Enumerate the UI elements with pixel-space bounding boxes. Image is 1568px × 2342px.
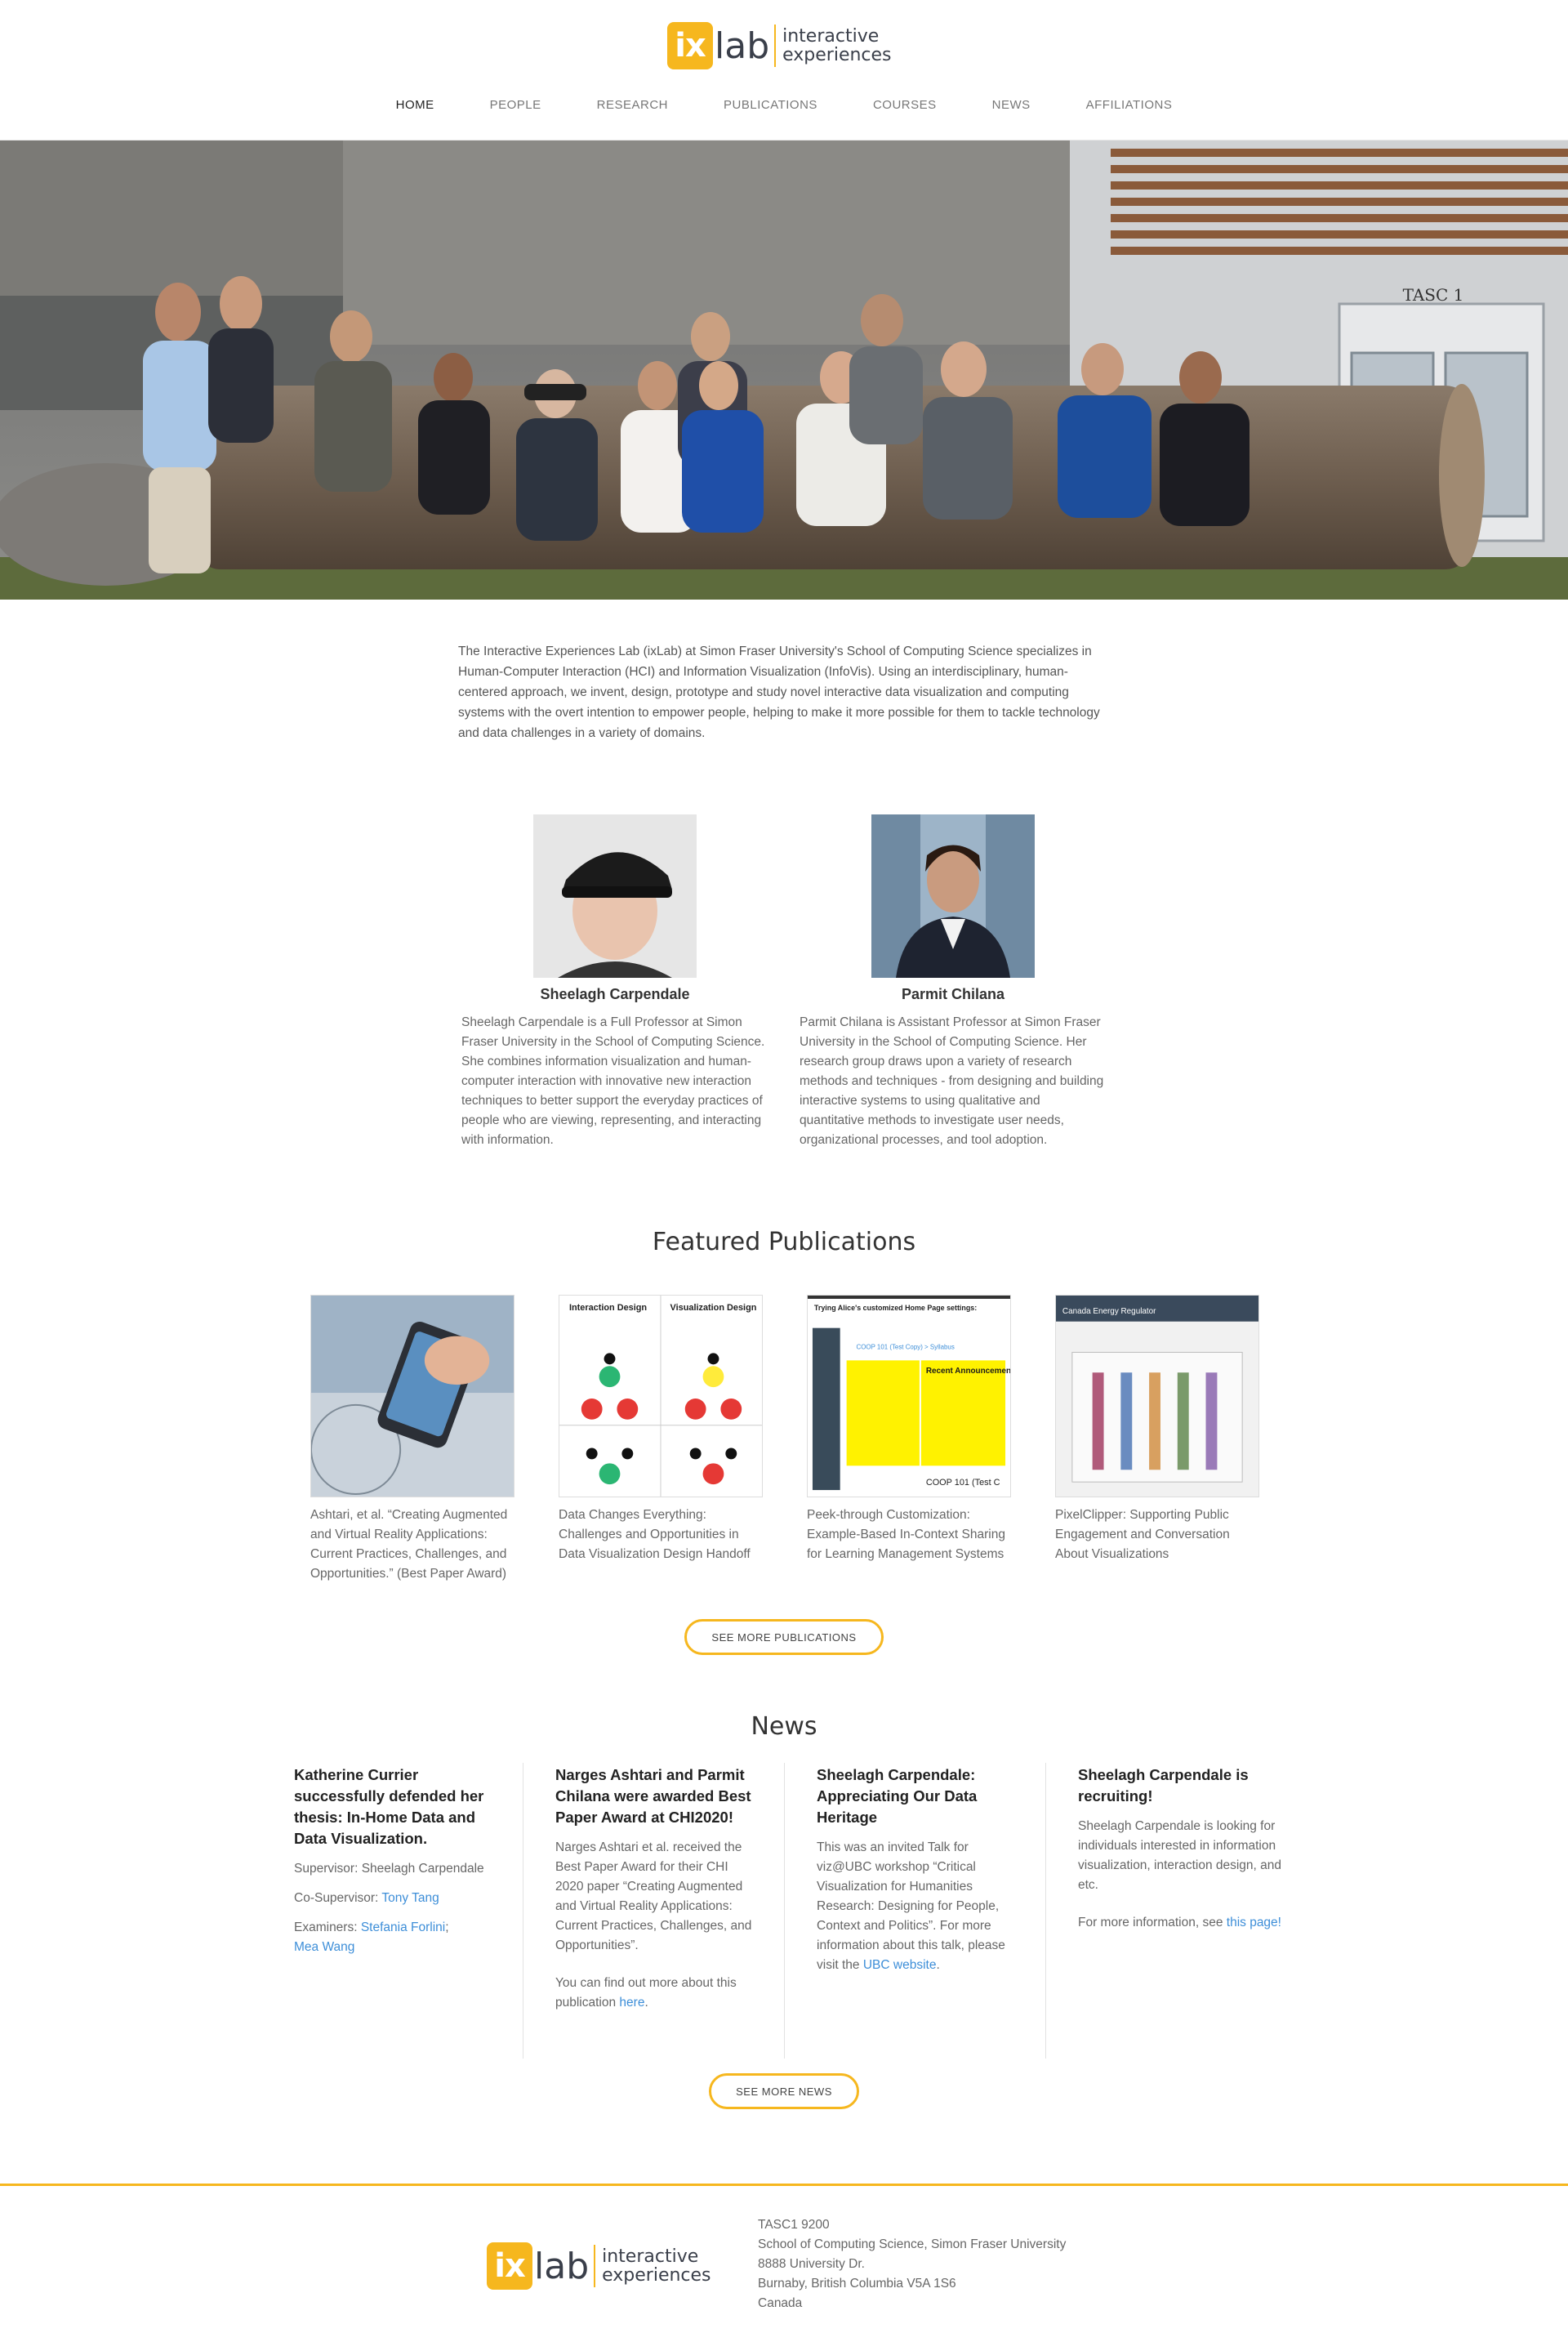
news-link[interactable]: UBC website xyxy=(863,1958,937,1972)
person-name[interactable]: Parmit Chilana xyxy=(798,986,1108,1003)
nav-research[interactable]: RESEARCH xyxy=(569,98,696,112)
news-item-label: Examiners: xyxy=(294,1920,361,1934)
person-photo[interactable] xyxy=(871,814,1035,978)
thumb-header-text: Trying Alice's customized Home Page sett… xyxy=(814,1304,977,1312)
publication-thumbnail[interactable]: Interaction Design Visualization Design xyxy=(559,1295,763,1497)
news-item-text: Supervisor: Sheelagh Carpendale xyxy=(294,1862,484,1876)
footer-accent-line xyxy=(0,2184,1568,2186)
news-link[interactable]: this page! xyxy=(1227,1916,1281,1929)
footer-address-line: 8888 University Dr. xyxy=(758,2257,865,2271)
publication-card[interactable]: Canada Energy Regulator PixelClipper: Su… xyxy=(1055,1295,1259,1564)
hero-photo-illustration: TASC 1 xyxy=(0,141,1568,600)
publication-thumbnail[interactable] xyxy=(310,1295,514,1497)
news-item-label: This was an invited Talk for viz@UBC wor… xyxy=(817,1840,1005,1972)
news-item-text: Examiners: Stefania Forlini; Mea Wang xyxy=(294,1918,498,1957)
person-card: Sheelagh Carpendale Sheelagh Carpendale … xyxy=(460,814,770,1150)
person-name[interactable]: Sheelagh Carpendale xyxy=(460,986,770,1003)
news-item-text: Co-Supervisor: Tony Tang xyxy=(294,1889,498,1908)
news-item: Narges Ashtari and Parmit Chilana were a… xyxy=(555,1764,760,2013)
nav-people[interactable]: PEOPLE xyxy=(462,98,569,112)
lab-intro: The Interactive Experiences Lab (ixLab) … xyxy=(458,645,1100,740)
news-item-text: For more information, see this page! xyxy=(1078,1913,1282,1933)
footer-logo-mark: ix xyxy=(487,2242,532,2290)
news-item-text: Narges Ashtari et al. received the Best … xyxy=(555,1840,752,1952)
person-card: Parmit Chilana Parmit Chilana is Assista… xyxy=(798,814,1108,1150)
publication-caption: Peek-through Customization: Example-Base… xyxy=(807,1508,1005,1561)
thumb-footer-text: COOP 101 (Test C xyxy=(926,1478,1000,1488)
news-divider xyxy=(784,1763,785,2059)
footer-logo-separator xyxy=(594,2245,596,2287)
news-item: Sheelagh Carpendale is recruiting! Sheel… xyxy=(1078,1764,1282,1933)
thumb-label-left: Interaction Design xyxy=(569,1303,647,1313)
publication-card[interactable]: Ashtari, et al. “Creating Augmented and … xyxy=(310,1295,514,1584)
footer-address-line: Burnaby, British Columbia V5A 1S6 xyxy=(758,2277,956,2291)
nav-news[interactable]: NEWS xyxy=(964,98,1058,112)
hero-sign-text: TASC 1 xyxy=(1403,285,1464,305)
news-link[interactable]: here xyxy=(619,1996,644,2010)
footer-logo-tagline: interactive experiences xyxy=(602,2247,710,2285)
thumb-crumb: COOP 101 (Test Copy) > Syllabus xyxy=(857,1343,955,1350)
logo-tagline-line1: interactive xyxy=(782,26,880,47)
see-more-news-button[interactable]: SEE MORE NEWS xyxy=(709,2073,859,2109)
footer-address-line: School of Computing Science, Simon Frase… xyxy=(758,2237,1067,2251)
news-item-suffix: . xyxy=(644,1996,648,2010)
footer-logo-tagline-line1: interactive xyxy=(602,2246,699,2267)
news-item-title[interactable]: Narges Ashtari and Parmit Chilana were a… xyxy=(555,1764,760,1828)
logo-tagline: interactive experiences xyxy=(782,27,891,65)
person-bio: Sheelagh Carpendale is a Full Professor … xyxy=(461,1015,765,1147)
publication-caption: Ashtari, et al. “Creating Augmented and … xyxy=(310,1508,508,1581)
news-title: News xyxy=(751,1712,817,1741)
footer-address-line: TASC1 9200 xyxy=(758,2218,830,2232)
news-item-separator: ; xyxy=(445,1920,449,1934)
logo-word: lab xyxy=(715,25,770,67)
nav-courses[interactable]: COURSES xyxy=(845,98,964,112)
person-bio: Parmit Chilana is Assistant Professor at… xyxy=(800,1015,1104,1147)
footer-logo-tagline-line2: experiences xyxy=(602,2265,711,2286)
thumb-label-right: Visualization Design xyxy=(670,1303,757,1313)
nav-publications[interactable]: PUBLICATIONS xyxy=(696,98,845,112)
news-item-text: You can find out more about this publica… xyxy=(555,1974,760,2013)
logo-mark: ix xyxy=(667,22,713,69)
news-item: Sheelagh Carpendale: Appreciating Our Da… xyxy=(817,1764,1021,1975)
footer-logo[interactable]: ix lab interactive experiences xyxy=(487,2242,711,2290)
news-item-title[interactable]: Sheelagh Carpendale is recruiting! xyxy=(1078,1764,1282,1807)
footer-address-line: Canada xyxy=(758,2296,803,2310)
person-photo[interactable] xyxy=(533,814,697,978)
logo-tagline-line2: experiences xyxy=(782,45,892,65)
publications-title: Featured Publications xyxy=(652,1228,916,1256)
news-item: Katherine Currier successfully defended … xyxy=(294,1764,498,1957)
news-divider xyxy=(1045,1763,1046,2059)
news-link[interactable]: Stefania Forlini xyxy=(361,1920,445,1934)
news-item-title[interactable]: Katherine Currier successfully defended … xyxy=(294,1764,498,1849)
thumb-header-text: Canada Energy Regulator xyxy=(1062,1307,1156,1316)
news-link[interactable]: Mea Wang xyxy=(294,1940,354,1954)
news-item-label: For more information, see xyxy=(1078,1916,1227,1929)
news-item-text: Sheelagh Carpendale is looking for indiv… xyxy=(1078,1819,1282,1892)
main-nav: HOME PEOPLE RESEARCH PUBLICATIONS COURSE… xyxy=(0,98,1568,112)
footer-address: TASC1 9200 School of Computing Science, … xyxy=(758,2215,1066,2313)
publication-caption: Data Changes Everything: Challenges and … xyxy=(559,1508,751,1561)
news-link[interactable]: Tony Tang xyxy=(381,1891,439,1905)
publication-card[interactable]: Trying Alice's customized Home Page sett… xyxy=(807,1295,1011,1564)
publication-caption: PixelClipper: Supporting Public Engageme… xyxy=(1055,1508,1230,1561)
news-item-text: This was an invited Talk for viz@UBC wor… xyxy=(817,1838,1021,1975)
thumb-box-text: Recent Announcements xyxy=(926,1367,1011,1376)
hero-group-photo: TASC 1 xyxy=(0,141,1568,600)
see-more-publications-button[interactable]: SEE MORE PUBLICATIONS xyxy=(684,1619,884,1655)
news-item-label: Co-Supervisor: xyxy=(294,1891,382,1905)
nav-home[interactable]: HOME xyxy=(368,98,462,112)
publication-thumbnail[interactable]: Trying Alice's customized Home Page sett… xyxy=(807,1295,1011,1497)
publication-thumbnail[interactable]: Canada Energy Regulator xyxy=(1055,1295,1259,1497)
site-logo[interactable]: ix lab interactive experiences xyxy=(667,22,892,69)
news-item-suffix: . xyxy=(936,1958,940,1972)
nav-affiliations[interactable]: AFFILIATIONS xyxy=(1058,98,1200,112)
logo-separator xyxy=(774,25,777,67)
news-item-title[interactable]: Sheelagh Carpendale: Appreciating Our Da… xyxy=(817,1764,1021,1828)
site-header: ix lab interactive experiences HOME PEOP… xyxy=(0,0,1568,141)
publication-card[interactable]: Interaction Design Visualization Design … xyxy=(559,1295,763,1564)
footer-logo-word: lab xyxy=(534,2245,590,2287)
